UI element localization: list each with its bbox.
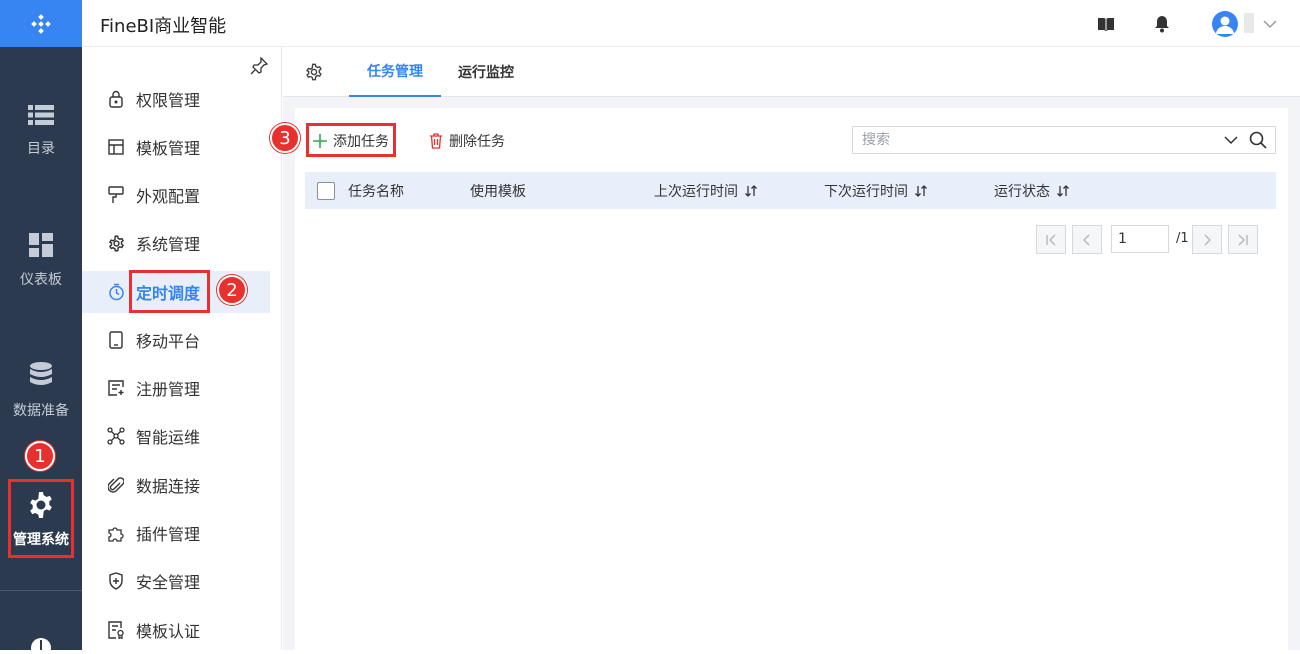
user-name[interactable] bbox=[1244, 13, 1254, 33]
list-icon bbox=[28, 105, 54, 125]
avatar[interactable] bbox=[1212, 11, 1238, 37]
sidebar-item-plugins[interactable]: 插件管理 bbox=[82, 512, 270, 554]
sidebar-item-label: 移动平台 bbox=[136, 332, 201, 351]
select-all-checkbox[interactable] bbox=[317, 182, 335, 200]
tab-task-management[interactable]: 任务管理 bbox=[349, 47, 441, 97]
settings-gear-icon[interactable] bbox=[305, 63, 325, 83]
sidebar-item-label: 系统管理 bbox=[136, 235, 201, 254]
database-icon bbox=[30, 362, 52, 385]
sidebar-item-ops[interactable]: 智能运维 bbox=[82, 415, 270, 457]
shield-icon bbox=[106, 571, 126, 591]
sort-icon[interactable] bbox=[1056, 184, 1070, 198]
app-logo[interactable] bbox=[0, 0, 82, 47]
sidebar-item-label: 权限管理 bbox=[136, 91, 201, 110]
rail-label: 目录 bbox=[27, 141, 55, 157]
task-panel: 添加任务 删除任务 任务名称 使用模板 上次运行时间 下次运行时间 运行状态 bbox=[295, 108, 1288, 650]
sidebar-item-registration[interactable]: 注册管理 bbox=[82, 367, 270, 409]
search-box bbox=[852, 126, 1276, 154]
tab-run-monitor[interactable]: 运行监控 bbox=[446, 47, 526, 97]
lock-icon bbox=[106, 89, 126, 109]
user-icon bbox=[1216, 16, 1234, 34]
rail-item-catalog[interactable]: 目录 bbox=[0, 76, 82, 186]
sidebar-item-label: 安全管理 bbox=[136, 573, 201, 592]
highlight-admin bbox=[8, 479, 74, 558]
callout-3: 3 bbox=[270, 123, 300, 153]
rail-label: 数据准备 bbox=[13, 403, 69, 419]
next-page-button[interactable] bbox=[1192, 225, 1222, 254]
rail-item-dashboard[interactable]: 仪表板 bbox=[0, 206, 82, 316]
column-header-template: 使用模板 bbox=[470, 184, 526, 200]
column-header-last-run[interactable]: 上次运行时间 bbox=[654, 181, 758, 201]
pagination: /1 bbox=[295, 225, 1288, 255]
sidebar-item-permissions[interactable]: 权限管理 bbox=[82, 78, 270, 120]
column-header-next-run[interactable]: 下次运行时间 bbox=[824, 181, 928, 201]
timer-icon bbox=[106, 282, 126, 302]
sidebar-item-security[interactable]: 安全管理 bbox=[82, 560, 270, 602]
sidebar-item-mobile[interactable]: 移动平台 bbox=[82, 319, 270, 361]
logo-icon bbox=[31, 13, 51, 34]
sidebar-item-label: 数据连接 bbox=[136, 477, 201, 496]
trash-icon bbox=[430, 133, 442, 149]
column-header-task-name[interactable]: 任务名称 bbox=[348, 181, 404, 201]
tab-bar: 任务管理 运行监控 bbox=[283, 47, 1300, 97]
page-number-input[interactable] bbox=[1111, 225, 1169, 253]
sidebar-item-label: 模板管理 bbox=[136, 139, 201, 158]
search-icon[interactable] bbox=[1249, 131, 1269, 151]
sidebar-item-label: 智能运维 bbox=[136, 428, 201, 447]
callout-2: 2 bbox=[217, 275, 247, 305]
add-icon[interactable] bbox=[31, 630, 51, 654]
app-title: FineBI商业智能 bbox=[100, 16, 227, 37]
mobile-icon bbox=[106, 330, 126, 350]
sidebar-item-appearance[interactable]: 外观配置 bbox=[82, 174, 270, 216]
sidebar-item-data-connection[interactable]: 数据连接 bbox=[82, 464, 270, 506]
delete-task-label: 删除任务 bbox=[449, 134, 505, 150]
sort-icon[interactable] bbox=[914, 184, 928, 198]
puzzle-icon bbox=[106, 523, 126, 543]
gear-icon bbox=[106, 233, 126, 253]
first-page-button[interactable] bbox=[1036, 225, 1066, 254]
book-icon[interactable] bbox=[1096, 14, 1116, 34]
page-total: /1 bbox=[1176, 231, 1189, 246]
rail-divider bbox=[0, 590, 82, 591]
sort-icon[interactable] bbox=[744, 184, 758, 198]
certificate-icon bbox=[106, 620, 126, 640]
search-input[interactable] bbox=[853, 127, 1213, 153]
paint-icon bbox=[106, 185, 126, 205]
highlight-scheduler bbox=[129, 270, 210, 313]
register-icon bbox=[106, 378, 126, 398]
sidebar-item-label: 模板认证 bbox=[136, 622, 201, 641]
table-header: 任务名称 使用模板 上次运行时间 下次运行时间 运行状态 bbox=[305, 172, 1276, 209]
delete-task-button[interactable]: 删除任务 bbox=[429, 128, 505, 154]
rail-item-data-prep[interactable]: 数据准备 bbox=[0, 336, 82, 446]
bell-icon[interactable] bbox=[1152, 14, 1172, 34]
sidebar-item-system[interactable]: 系统管理 bbox=[82, 222, 270, 264]
main-content: 任务管理 运行监控 添加任务 删除任务 任务名称 使用模板 上次运行时间 下次运… bbox=[283, 47, 1300, 650]
top-header: FineBI商业智能 bbox=[82, 0, 1300, 47]
prev-page-button[interactable] bbox=[1072, 225, 1102, 254]
sidebar-item-label: 注册管理 bbox=[136, 380, 201, 399]
pin-icon[interactable] bbox=[250, 56, 270, 77]
template-icon bbox=[106, 137, 126, 157]
rail-label: 仪表板 bbox=[20, 272, 62, 288]
network-icon bbox=[106, 426, 126, 446]
dashboard-icon bbox=[29, 233, 53, 257]
sidebar-item-certification[interactable]: 模板认证 bbox=[82, 609, 270, 651]
chevron-down-icon[interactable] bbox=[1223, 132, 1241, 150]
paperclip-icon bbox=[106, 475, 126, 495]
callout-1: 1 bbox=[25, 441, 55, 471]
admin-sidebar: 权限管理 模板管理 外观配置 系统管理 定时调度 移动平台 注册管理 智能运维 … bbox=[82, 47, 282, 650]
last-page-button[interactable] bbox=[1228, 225, 1258, 254]
sidebar-item-label: 外观配置 bbox=[136, 187, 201, 206]
column-header-status[interactable]: 运行状态 bbox=[994, 181, 1070, 201]
sidebar-item-templates[interactable]: 模板管理 bbox=[82, 126, 270, 168]
sidebar-item-label: 插件管理 bbox=[136, 525, 201, 544]
highlight-add-task bbox=[306, 123, 396, 157]
chevron-down-icon[interactable] bbox=[1260, 14, 1280, 34]
